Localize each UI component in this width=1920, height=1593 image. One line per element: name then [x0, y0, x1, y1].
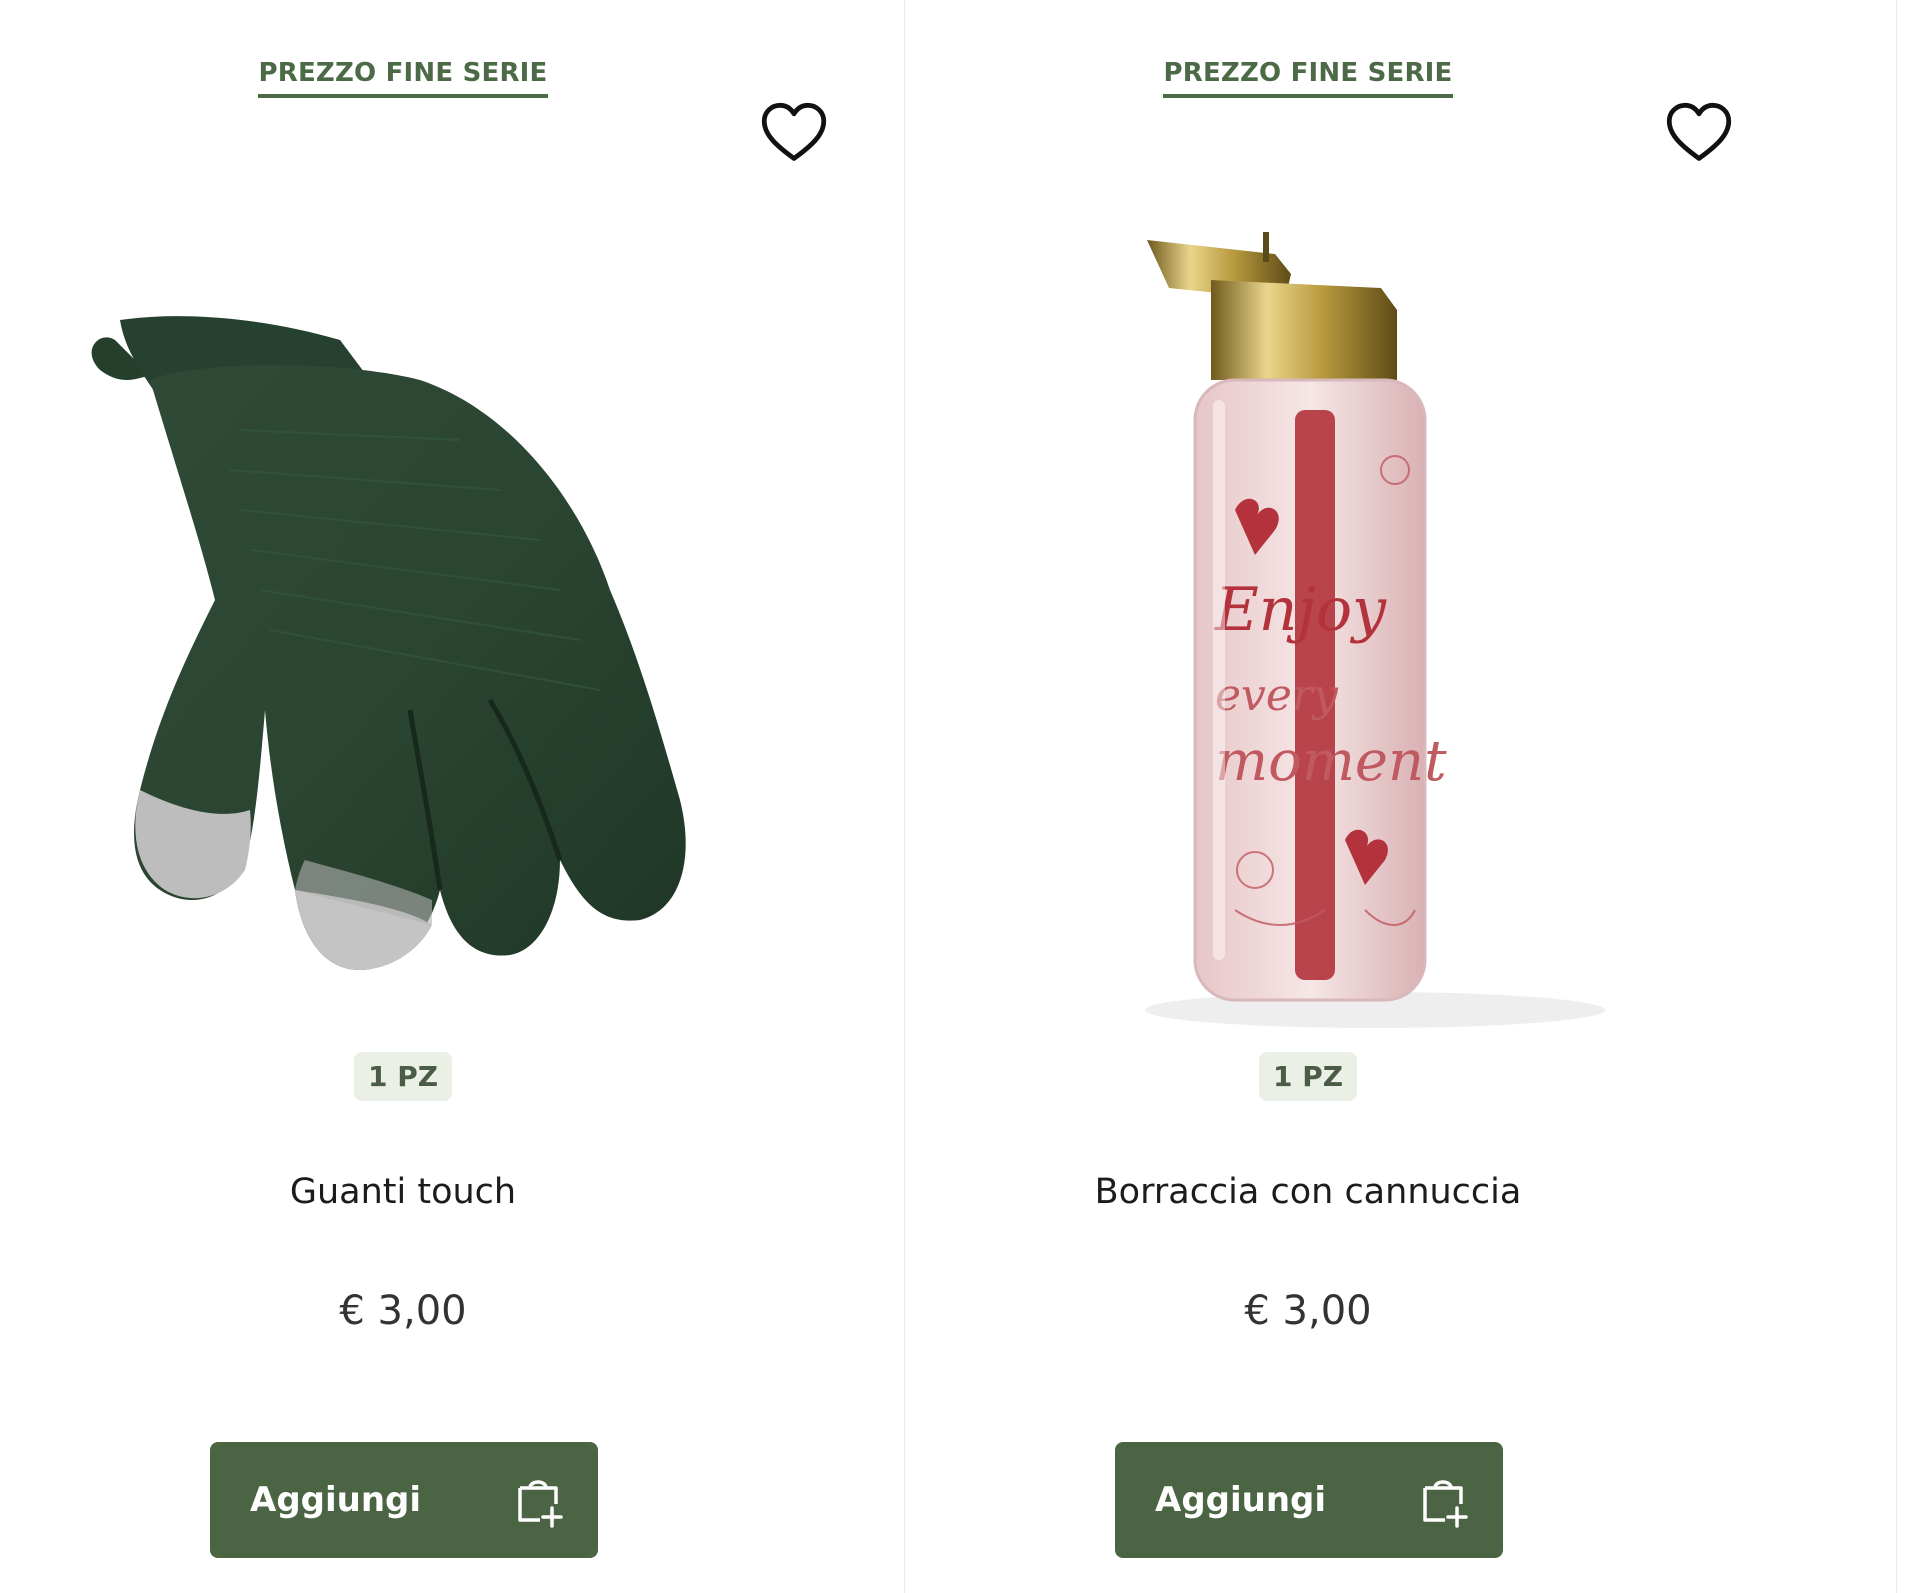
quantity-badge: 1 PZ: [1258, 1052, 1358, 1101]
heart-outline-icon: [1666, 102, 1732, 161]
product-image-gloves[interactable]: [40, 210, 770, 1050]
product-image-bottle[interactable]: Enjoy every moment: [945, 210, 1675, 1050]
svg-text:moment: moment: [1215, 729, 1447, 794]
svg-text:every: every: [1215, 670, 1339, 721]
add-to-cart-button[interactable]: Aggiungi: [210, 1442, 598, 1558]
quantity-badge: 1 PZ: [353, 1052, 453, 1101]
promo-label[interactable]: PREZZO FINE SERIE: [258, 58, 548, 98]
favorite-button[interactable]: [760, 100, 828, 168]
promo-label-wrapper: PREZZO FINE SERIE: [905, 58, 1711, 98]
product-grid: PREZZO FINE SERIE 1 PZ Guanti touch € 3,…: [0, 0, 1920, 1593]
svg-text:Enjoy: Enjoy: [1214, 575, 1387, 645]
bottle-image: Enjoy every moment: [1145, 232, 1605, 1028]
promo-label[interactable]: PREZZO FINE SERIE: [1163, 58, 1453, 98]
product-name[interactable]: Borraccia con cannuccia: [905, 1172, 1711, 1212]
shopping-bag-plus-icon: [1423, 1480, 1468, 1528]
product-price: € 3,00: [1244, 1288, 1372, 1334]
quantity-badge-wrapper: 1 PZ: [0, 1052, 806, 1101]
add-to-cart-label: Aggiungi: [250, 1480, 422, 1520]
product-card: PREZZO FINE SERIE: [0, 0, 900, 1593]
product-price: € 3,00: [339, 1288, 467, 1334]
product-name[interactable]: Guanti touch: [0, 1172, 806, 1212]
quantity-badge-wrapper: 1 PZ: [905, 1052, 1711, 1101]
favorite-button[interactable]: [1665, 100, 1733, 168]
heart-outline-icon: [761, 102, 827, 161]
promo-label-wrapper: PREZZO FINE SERIE: [0, 58, 806, 98]
add-to-cart-label: Aggiungi: [1155, 1480, 1327, 1520]
product-card: PREZZO FINE SERIE: [904, 0, 1897, 1593]
add-to-cart-button[interactable]: Aggiungi: [1115, 1442, 1503, 1558]
gloves-image: [91, 316, 686, 970]
shopping-bag-plus-icon: [518, 1480, 563, 1528]
